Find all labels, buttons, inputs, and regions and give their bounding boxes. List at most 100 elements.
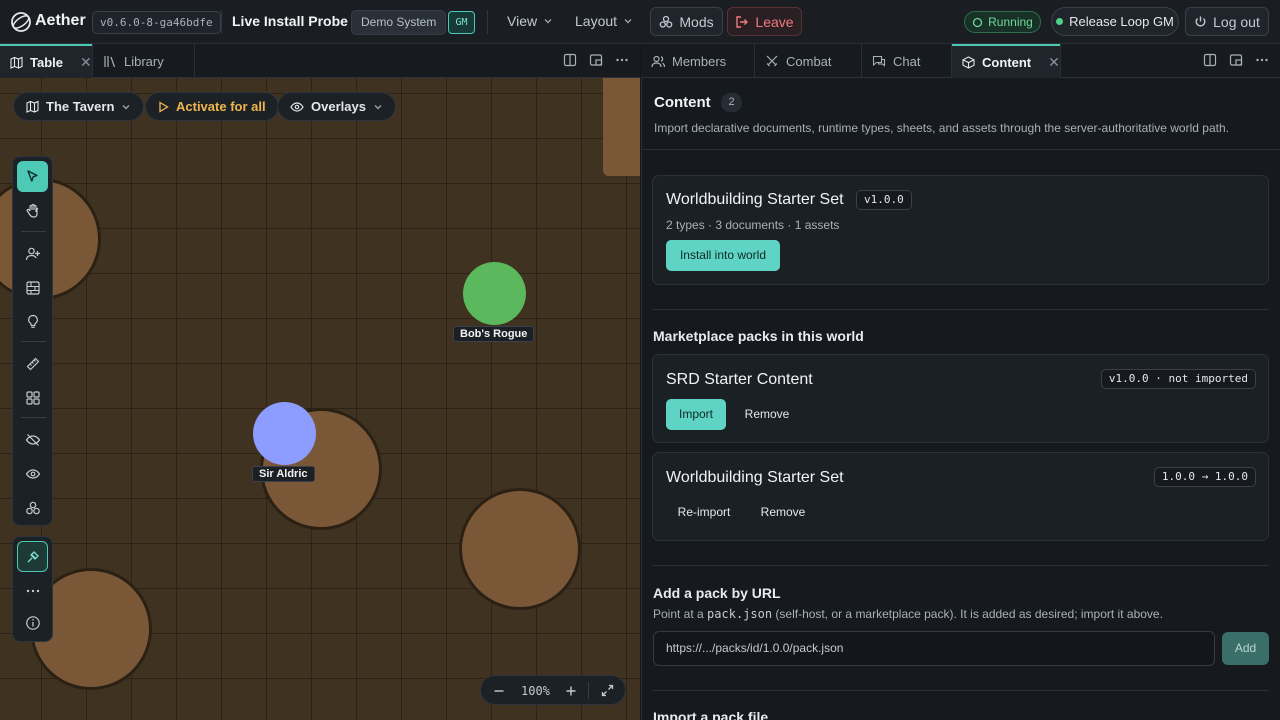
online-dot-icon [1056, 18, 1064, 25]
divider [221, 10, 222, 34]
tab-chat[interactable]: Chat [862, 44, 951, 78]
grid-tool[interactable] [17, 382, 48, 413]
status-ring-icon [972, 17, 983, 27]
pack-card: SRD Starter Content v1.0.0 · not importe… [652, 354, 1269, 443]
grid-icon [25, 390, 40, 405]
fullscreen-icon[interactable] [601, 684, 614, 697]
split-pane-icon[interactable] [563, 53, 577, 67]
pack-meta: 2 types · 3 documents · 1 assets [666, 218, 840, 232]
light-tool[interactable] [17, 306, 48, 337]
divider [487, 10, 488, 34]
zoom-out-icon[interactable] [493, 685, 505, 697]
chevron-down-icon [624, 19, 632, 24]
token-bobs-rogue[interactable] [463, 262, 526, 325]
select-tool[interactable] [17, 161, 48, 192]
tab-library[interactable]: Library [93, 44, 194, 78]
more-icon [26, 589, 39, 592]
add-token-icon [25, 247, 40, 260]
tile-tool[interactable] [17, 272, 48, 303]
activate-for-all-button[interactable]: Activate for all [145, 92, 279, 121]
view-menu[interactable]: View [507, 13, 553, 29]
info-button[interactable] [17, 607, 48, 638]
add-pack-button[interactable]: Add [1222, 632, 1269, 665]
status-badge: Running [964, 11, 1041, 33]
add-token-tool[interactable] [17, 238, 48, 269]
desc-code: pack.json [707, 607, 773, 621]
system-badge: Demo System [351, 10, 447, 35]
package-icon [962, 55, 975, 69]
eye-icon [290, 101, 304, 112]
content-header: Content 2 Import declarative documents, … [642, 78, 1280, 150]
remove-button[interactable]: Remove [735, 399, 799, 430]
map-canvas[interactable]: Bob's Rogue Sir Aldric The Tavern Activa… [0, 78, 640, 720]
more-icon[interactable] [1255, 53, 1269, 67]
view-menu-label: View [507, 13, 538, 29]
chevron-down-icon [374, 104, 382, 109]
leave-label: Leave [755, 13, 794, 30]
divider [21, 231, 46, 232]
map-icon [10, 56, 23, 69]
logout-button[interactable]: Log out [1185, 7, 1269, 36]
activate-label: Activate for all [176, 99, 266, 114]
pack-url-input[interactable]: https://.../packs/id/1.0.0/pack.json [653, 631, 1215, 666]
top-bar: Aether v0.6.0-8-ga46bdfe Live Install Pr… [0, 0, 1280, 44]
tab-content[interactable]: Content ✕ [952, 44, 1060, 78]
chevron-down-icon [122, 104, 130, 109]
divider [652, 309, 1269, 310]
tab-table-label: Table [30, 54, 63, 70]
tool-palette [12, 156, 53, 526]
divider [21, 417, 46, 418]
close-icon[interactable]: ✕ [1048, 54, 1060, 71]
fog-region [603, 78, 640, 176]
zoom-in-icon[interactable] [565, 685, 577, 697]
visibility-tool[interactable] [17, 458, 48, 489]
token-sir-aldric[interactable] [253, 402, 316, 465]
more-tools-button[interactable] [17, 575, 48, 606]
install-into-world-button[interactable]: Install into world [666, 240, 780, 271]
desc-text: Point at a [653, 607, 708, 621]
import-button[interactable]: Import [666, 399, 726, 430]
overlays-label: Overlays [311, 99, 366, 114]
combat-icon [766, 55, 778, 67]
split-pane-icon[interactable] [1203, 53, 1217, 67]
world-title: Live Install Probe [232, 13, 348, 29]
pack-name: SRD Starter Content [666, 371, 813, 388]
layout-menu[interactable]: Layout [575, 13, 633, 29]
ping-tool[interactable] [17, 541, 48, 572]
pack-name: Worldbuilding Starter Set [666, 469, 844, 486]
cluster-icon [25, 501, 40, 514]
power-icon [1195, 16, 1206, 27]
mods-button[interactable]: Mods [650, 7, 723, 36]
session-button[interactable]: Release Loop GM [1051, 7, 1179, 36]
tab-content-label: Content [982, 54, 1032, 70]
overlays-selector[interactable]: Overlays [277, 92, 396, 121]
hide-tool[interactable] [17, 424, 48, 455]
close-icon[interactable]: ✕ [80, 54, 92, 71]
tab-table[interactable]: Table ✕ [0, 44, 92, 78]
more-icon[interactable] [615, 53, 629, 67]
tab-combat[interactable]: Combat [755, 44, 861, 78]
tab-combat-label: Combat [786, 53, 832, 69]
pack-name: Worldbuilding Starter Set [666, 191, 844, 208]
divider [588, 682, 589, 699]
members-icon [651, 55, 665, 67]
popout-icon[interactable] [589, 53, 603, 67]
measure-tool[interactable] [17, 348, 48, 379]
left-pane-tabs: Table ✕ Library [0, 44, 640, 78]
library-icon [104, 55, 116, 67]
scene-selector[interactable]: The Tavern [13, 92, 145, 121]
popout-icon[interactable] [1229, 53, 1243, 67]
version-badge: v0.6.0-8-ga46bdfe [92, 11, 221, 34]
leave-button[interactable]: Leave [727, 7, 802, 36]
reimport-button[interactable]: Re-import [666, 497, 742, 528]
pan-tool[interactable] [17, 195, 48, 226]
session-name: Release Loop GM [1069, 14, 1174, 29]
map-icon [26, 100, 39, 113]
cluster-tool[interactable] [17, 492, 48, 523]
remove-button[interactable]: Remove [751, 497, 815, 528]
pane-controls [563, 53, 629, 67]
tab-library-label: Library [124, 53, 164, 69]
tab-members-label: Members [672, 53, 727, 69]
tab-members[interactable]: Members [641, 44, 754, 78]
leave-icon [736, 15, 749, 28]
